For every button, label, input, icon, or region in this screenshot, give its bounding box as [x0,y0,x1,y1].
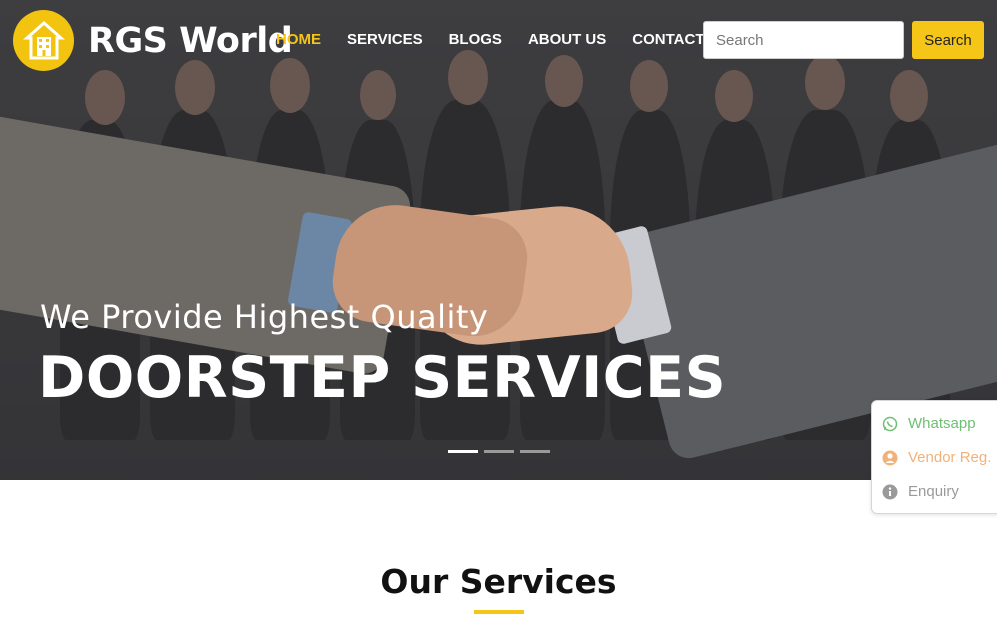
site-logo[interactable]: RGS World [13,10,293,71]
nav-item-blogs[interactable]: BLOGS [449,31,502,48]
carousel-indicators [448,450,556,453]
carousel-dot-3[interactable] [520,450,550,453]
enquiry-label: Enquiry [908,483,959,500]
user-circle-icon [882,450,898,465]
house-building-icon [13,10,74,71]
hero-banner: RGS World HOME SERVICES BLOGS ABOUT US C… [0,0,997,480]
carousel-dot-1[interactable] [448,450,478,453]
main-nav: HOME SERVICES BLOGS ABOUT US CONTACT [276,31,731,48]
nav-item-home[interactable]: HOME [276,31,321,48]
floating-contact-panel: Whatsapp Vendor Reg. Enquiry [871,400,997,514]
section-title-underline [474,610,524,614]
section-title-our-services: Our Services [380,562,617,601]
whatsapp-link[interactable]: Whatsapp [882,415,976,432]
whatsapp-label: Whatsapp [908,415,976,432]
whatsapp-icon [882,416,898,431]
brand-name: RGS World [88,20,293,61]
search-button[interactable]: Search [912,21,984,59]
nav-item-contact[interactable]: CONTACT [632,31,704,48]
search-input[interactable] [703,21,904,59]
vendor-registration-link[interactable]: Vendor Reg. [882,449,991,466]
info-circle-icon [882,484,898,499]
enquiry-link[interactable]: Enquiry [882,483,959,500]
nav-item-about-us[interactable]: ABOUT US [528,31,606,48]
vendor-reg-label: Vendor Reg. [908,449,992,466]
nav-item-services[interactable]: SERVICES [347,31,423,48]
hero-title: DOORSTEP SERVICES [38,345,727,411]
hero-subtitle: We Provide Highest Quality [40,298,489,336]
carousel-dot-2[interactable] [484,450,514,453]
